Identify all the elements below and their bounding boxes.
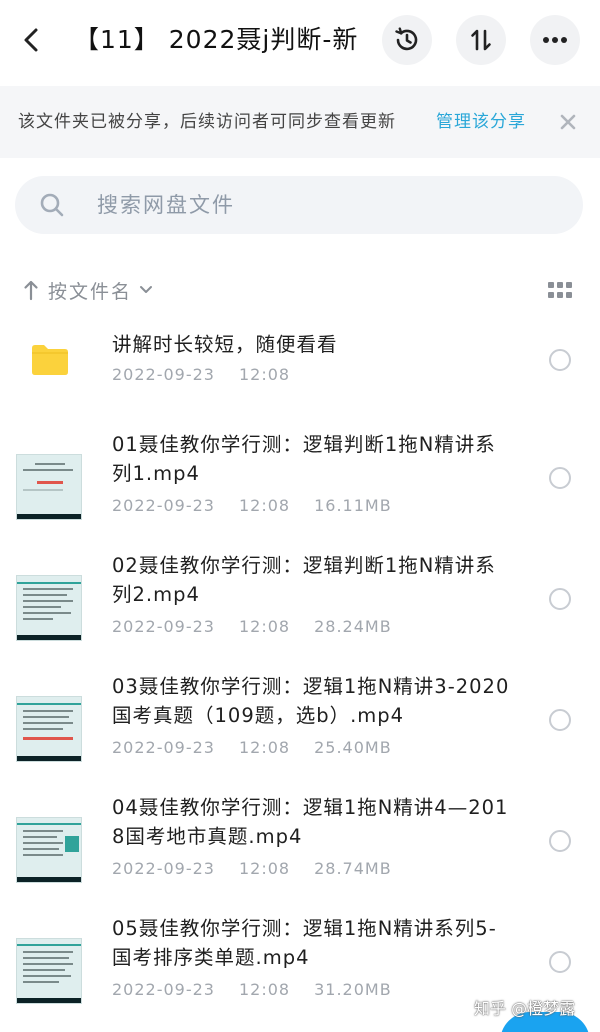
video-thumbnail [16,696,82,762]
file-time: 12:08 [238,496,291,515]
sort-arrows-icon [471,29,491,51]
close-banner-button[interactable] [552,106,584,138]
file-date: 2022-09-23 [112,496,215,515]
file-time: 12:08 [238,738,291,757]
list-item[interactable]: 03聂佳教你学行测：逻辑1拖N精讲3-2020国考真题（109题，选b）.mp4… [0,660,600,781]
file-time: 12:08 [238,980,291,999]
share-notice-text: 该文件夹已被分享，后续访问者可同步查看更新 [18,112,396,132]
file-date: 2022-09-23 [112,859,215,878]
file-date: 2022-09-23 [112,980,215,999]
share-notice-banner: 该文件夹已被分享，后续访问者可同步查看更新 管理该分享 [0,86,600,158]
video-thumbnail [16,938,82,1004]
file-size: 31.20MB [314,980,392,999]
select-radio[interactable] [549,588,571,610]
back-button[interactable] [14,22,50,58]
list-item[interactable]: 讲解时长较短，随便看看 2022-09-23 12:08 [0,318,600,418]
select-radio[interactable] [549,709,571,731]
file-meta: 2022-09-23 12:08 [112,364,290,386]
file-size: 25.40MB [314,738,392,757]
folder-icon [32,345,68,375]
file-meta: 2022-09-23 12:08 25.40MB [112,737,392,759]
select-radio[interactable] [549,951,571,973]
file-name: 讲解时长较短，随便看看 [112,333,338,356]
watermark: 知乎 @橙梦露 [474,999,576,1018]
video-thumbnail [16,454,82,520]
file-date: 2022-09-23 [112,365,215,384]
history-icon [395,27,418,51]
file-time: 12:08 [238,617,291,636]
grid-view-icon[interactable] [548,282,572,300]
file-name: 04聂佳教你学行测：逻辑1拖N精讲4—2018国考地市真题.mp4 [112,796,509,848]
file-meta: 2022-09-23 12:08 28.24MB [112,616,392,638]
more-button[interactable] [530,15,580,65]
select-radio[interactable] [549,467,571,489]
top-bar: 【11】 2022聂j判断-新 [0,0,600,82]
file-size: 28.24MB [314,617,392,636]
file-name: 01聂佳教你学行测：逻辑判断1拖N精讲系列1.mp4 [112,433,496,485]
list-item[interactable]: 04聂佳教你学行测：逻辑1拖N精讲4—2018国考地市真题.mp4 2022-0… [0,781,600,902]
arrow-up-icon [24,280,38,301]
file-size: 28.74MB [314,859,392,878]
video-thumbnail [16,817,82,883]
file-meta: 2022-09-23 12:08 28.74MB [112,858,392,880]
close-icon [560,114,576,130]
search-icon [40,193,64,217]
search-input[interactable]: 搜索网盘文件 [15,176,583,234]
file-name: 02聂佳教你学行测：逻辑判断1拖N精讲系列2.mp4 [112,554,496,606]
more-dots-icon [543,37,567,43]
manage-share-link[interactable]: 管理该分享 [436,110,526,134]
file-meta: 2022-09-23 12:08 31.20MB [112,979,392,1001]
file-date: 2022-09-23 [112,738,215,757]
file-meta: 2022-09-23 12:08 16.11MB [112,495,392,517]
sort-label: 按文件名 [48,280,133,303]
chevron-down-icon [140,286,153,293]
file-time: 12:08 [238,365,291,384]
file-time: 12:08 [238,859,291,878]
file-name: 03聂佳教你学行测：逻辑1拖N精讲3-2020国考真题（109题，选b）.mp4 [112,675,510,727]
sort-button[interactable] [456,15,506,65]
select-radio[interactable] [549,830,571,852]
file-size: 16.11MB [314,496,392,515]
file-date: 2022-09-23 [112,617,215,636]
select-radio[interactable] [549,349,571,371]
list-item[interactable]: 01聂佳教你学行测：逻辑判断1拖N精讲系列1.mp4 2022-09-23 12:… [0,418,600,539]
sort-by-name-control[interactable]: 按文件名 [22,274,154,306]
chevron-left-icon [24,28,38,52]
file-name: 05聂佳教你学行测：逻辑1拖N精讲系列5-国考排序类单题.mp4 [112,917,497,969]
search-placeholder: 搜索网盘文件 [97,193,235,217]
list-item[interactable]: 02聂佳教你学行测：逻辑判断1拖N精讲系列2.mp4 2022-09-23 12:… [0,539,600,660]
page-title: 【11】 2022聂j判断-新 [74,25,359,54]
video-thumbnail [16,575,82,641]
history-button[interactable] [382,15,432,65]
file-list: 讲解时长较短，随便看看 2022-09-23 12:08 01聂佳教你学行测：逻辑… [0,318,600,1023]
